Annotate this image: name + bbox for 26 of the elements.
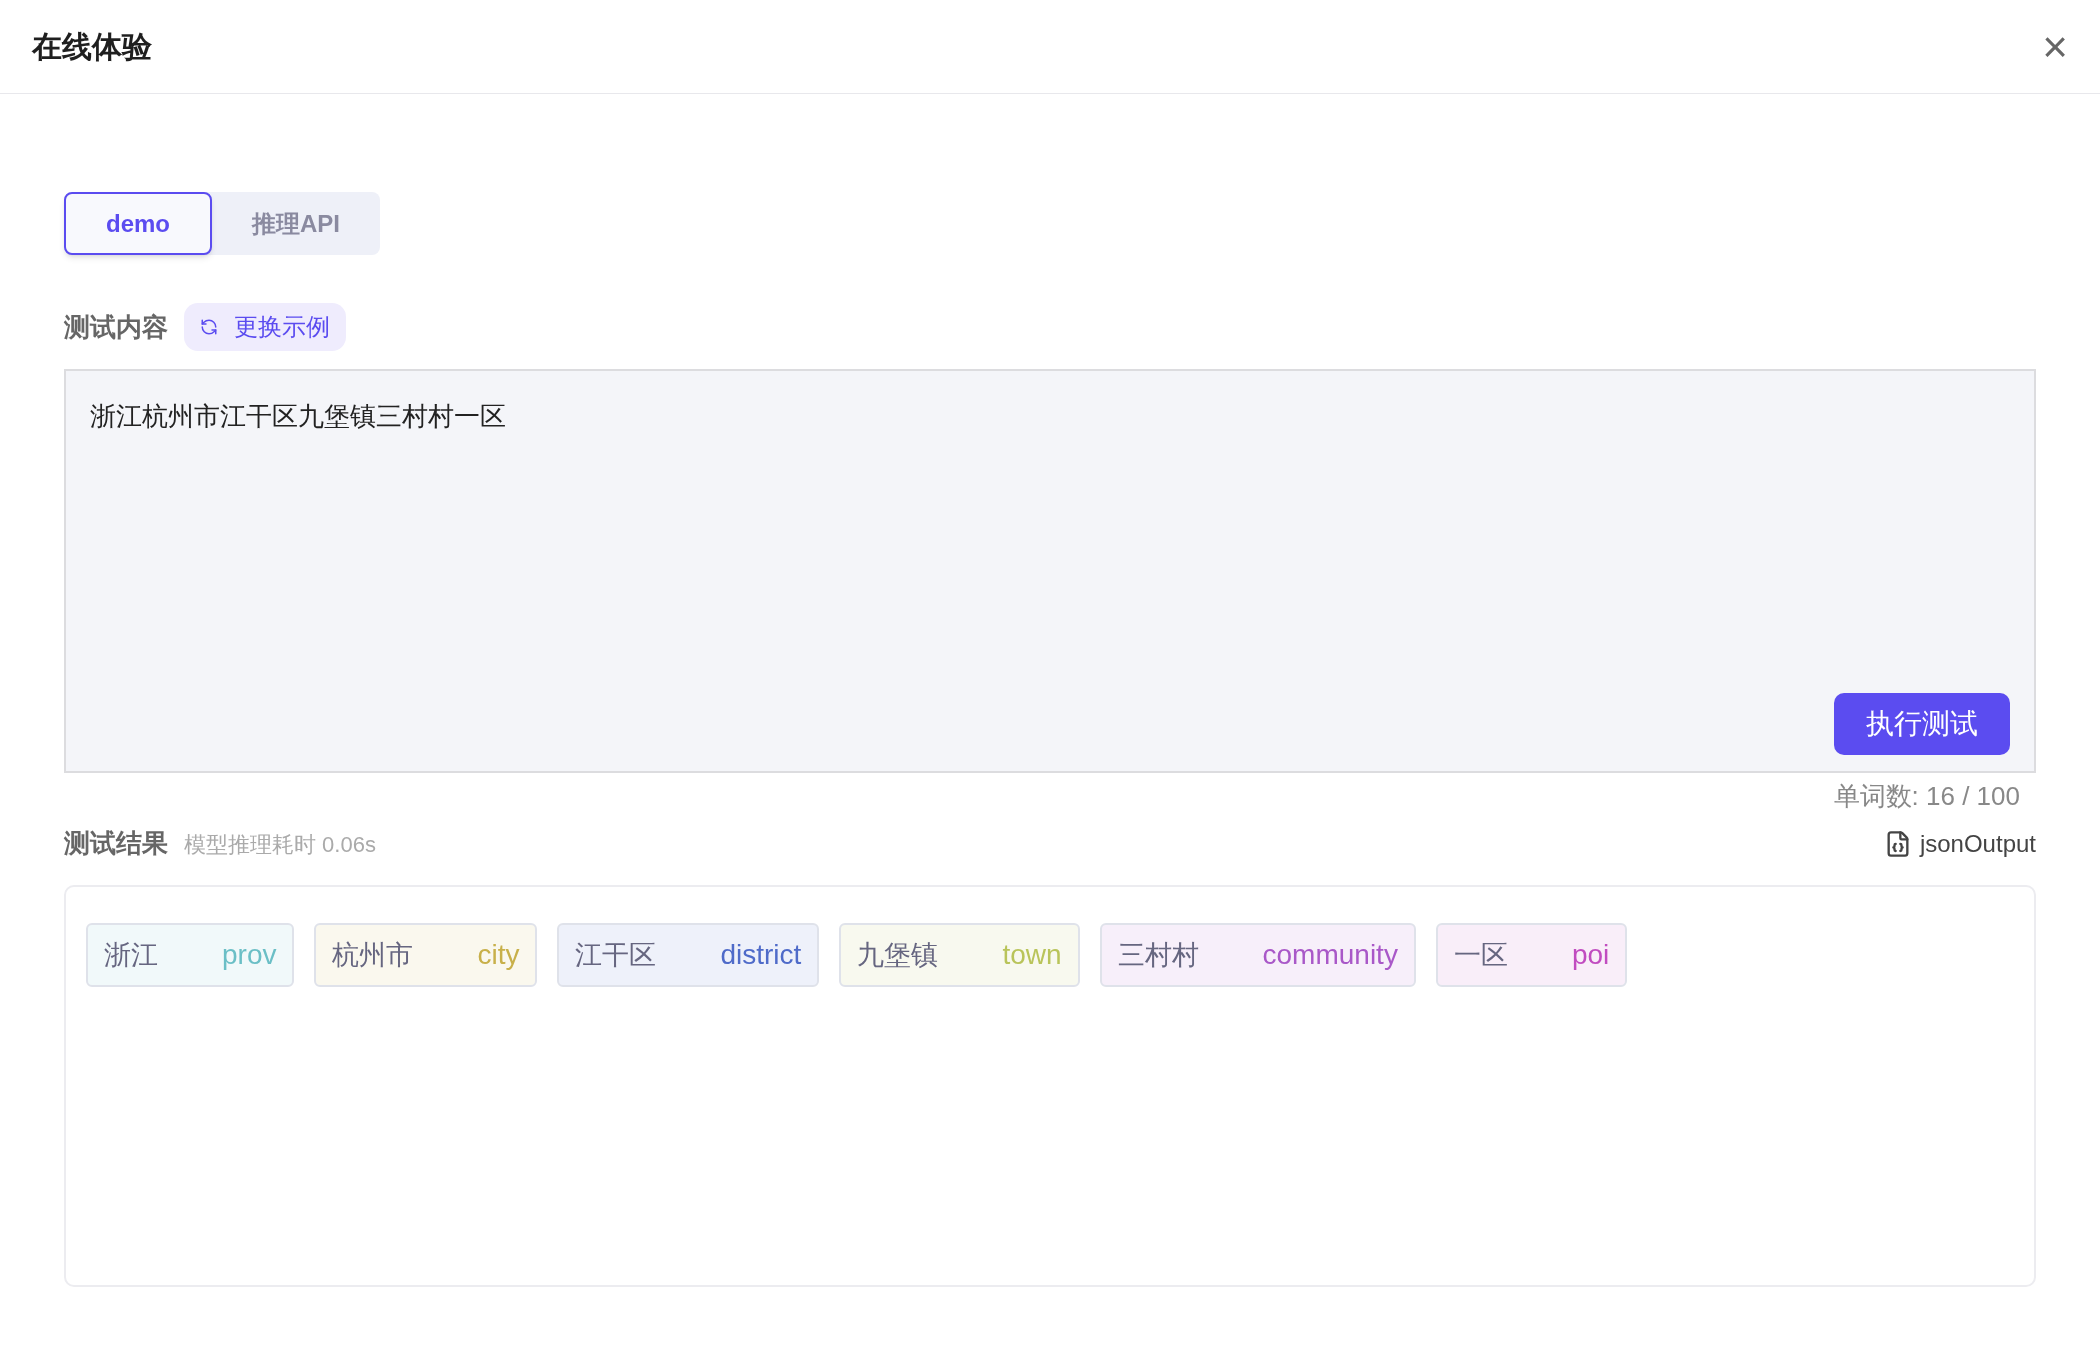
entity-text: 杭州市 (332, 938, 414, 972)
swap-example-button[interactable]: 更换示例 (184, 303, 346, 351)
close-button[interactable]: × (2042, 24, 2068, 69)
refresh-icon (200, 318, 218, 336)
run-test-button[interactable]: 执行测试 (1834, 693, 2010, 755)
timing-text: 模型推理耗时 0.06s (184, 831, 376, 859)
entity-text: 一区 (1453, 938, 1508, 972)
entity-type: community (1262, 938, 1398, 972)
dialog-title: 在线体验 (32, 29, 152, 65)
entity-text: 浙江 (104, 938, 158, 972)
section-label: 测试内容 (64, 310, 168, 344)
entity-text: 九堡镇 (857, 938, 939, 972)
entity-type: city (477, 938, 520, 972)
text-input-area[interactable]: 浙江杭州市江干区九堡镇三村村一区 执行测试 (64, 369, 2036, 773)
entity-type: poi (1571, 938, 1610, 972)
entity-type: town (1002, 938, 1062, 972)
json-output-button[interactable]: jsonOutput (1883, 825, 2036, 862)
tab[interactable]: 推理API (212, 192, 381, 255)
entity-type: district (720, 938, 802, 972)
section-label: 测试结果 (64, 827, 168, 860)
entity-text: 三村村 (1117, 938, 1199, 972)
word-count: 单词数: 16 / 100 (1833, 780, 2020, 813)
tab[interactable]: demo (64, 192, 212, 255)
entity-type: prov (222, 938, 277, 972)
entity-text: 江干区 (575, 938, 657, 972)
input-text: 浙江杭州市江干区九堡镇三村村一区 (90, 400, 507, 433)
